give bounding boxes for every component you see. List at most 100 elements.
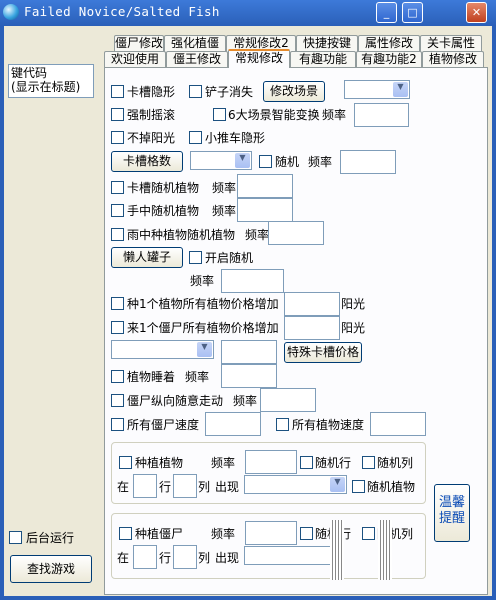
plant-col-input[interactable]: [173, 474, 197, 498]
slot-count-button[interactable]: 卡槽格数: [111, 151, 183, 172]
special-price-button[interactable]: 特殊卡槽价格: [284, 342, 362, 363]
plant-spawn-checkbox[interactable]: [119, 456, 132, 469]
lazy-jar-freq-input[interactable]: [221, 269, 284, 293]
plant-price-up-checkbox[interactable]: [111, 297, 124, 310]
tab-attributes[interactable]: 属性修改: [358, 35, 420, 52]
all-plant-speed-checkbox[interactable]: [276, 418, 289, 431]
chevron-down-icon[interactable]: ▼: [235, 153, 250, 168]
zombie-col-input[interactable]: [173, 545, 197, 569]
force-shake-checkbox[interactable]: [111, 108, 124, 121]
lazy-jar-freq-label: 频率: [190, 274, 215, 288]
plant-rand-row-checkbox[interactable]: [300, 456, 313, 469]
six-scene-checkbox[interactable]: [213, 108, 226, 121]
plant-type-dropdown[interactable]: ▼: [244, 475, 347, 494]
six-scene-freq-input[interactable]: [354, 103, 409, 127]
close-button[interactable]: ✕: [466, 2, 487, 23]
hand-rand-plant-checkbox[interactable]: [111, 204, 124, 217]
all-plant-speed-input[interactable]: [370, 412, 426, 436]
tab-general[interactable]: 常规修改: [228, 49, 290, 68]
plant-price-up-label: 种1个植物所有植物价格增加: [127, 297, 279, 311]
zombie-wander-freq-input[interactable]: [260, 388, 316, 412]
tab-fun[interactable]: 有趣功能: [290, 51, 356, 68]
zombie-type-dropdown[interactable]: [244, 546, 332, 565]
background-run-label: 后台运行: [26, 531, 75, 545]
plant-spawn-freq-input[interactable]: [245, 450, 297, 474]
zombie-row-input[interactable]: [133, 545, 157, 569]
card-slot-hide-checkbox[interactable]: [111, 85, 124, 98]
all-zombie-speed-checkbox[interactable]: [111, 418, 124, 431]
plant-spawn-freq-label: 频率: [211, 456, 236, 470]
slot-rand-plant-label: 卡槽随机植物: [127, 181, 200, 195]
slot-rand-plant-freq-input[interactable]: [237, 174, 293, 198]
zombie-col-label: 列: [198, 551, 211, 565]
tab-enhance[interactable]: 强化植僵: [164, 35, 226, 52]
tab-level-attrs[interactable]: 关卡属性: [420, 35, 482, 52]
plant-rand-col-checkbox[interactable]: [362, 456, 375, 469]
plant-row-input[interactable]: [133, 474, 157, 498]
scene-dropdown[interactable]: ▼: [344, 80, 410, 99]
chevron-down-icon[interactable]: ▼: [197, 342, 212, 357]
zombie-price-up-label: 来1个僵尸所有植物价格增加: [127, 321, 279, 335]
window-frame-bottom: [0, 596, 496, 600]
rain-rand-plant-label: 雨中种植物随机植物: [127, 228, 236, 242]
zombie-spawn-checkbox[interactable]: [119, 527, 132, 540]
card-slot-hide-label: 卡槽隐形: [127, 85, 176, 99]
slot-random-checkbox[interactable]: [259, 155, 272, 168]
zombie-price-up-input[interactable]: [284, 316, 340, 340]
chevron-down-icon[interactable]: ▼: [393, 82, 408, 97]
no-sun-drop-checkbox[interactable]: [111, 131, 124, 144]
hotkey-info-box[interactable]: 键代码 (显示在标题): [8, 64, 94, 98]
tab-plant-modify[interactable]: 植物修改: [422, 51, 484, 68]
plant-at-label: 在: [117, 480, 130, 494]
minimize-button[interactable]: _: [376, 2, 397, 23]
tab-hotkeys[interactable]: 快捷按键: [296, 35, 358, 52]
plant-rand-plant-label: 随机植物: [367, 480, 416, 494]
plant-sleep-freq-label: 频率: [185, 370, 210, 384]
rain-rand-plant-freq-input[interactable]: [268, 221, 324, 245]
chevron-down-icon[interactable]: ▼: [330, 477, 345, 492]
zombie-at-label: 在: [117, 551, 130, 565]
slot-count-dropdown[interactable]: ▼: [190, 151, 252, 170]
tab-welcome[interactable]: 欢迎使用: [104, 51, 166, 68]
plant-sleep-checkbox[interactable]: [111, 370, 124, 383]
zombie-rand-col-checkbox[interactable]: [362, 527, 375, 540]
slot-rand-plant-checkbox[interactable]: [111, 181, 124, 194]
plant-sleep-freq-input[interactable]: [221, 364, 277, 388]
find-game-button[interactable]: 查找游戏: [10, 555, 92, 583]
plant-spawn-label: 种植植物: [135, 456, 184, 470]
plant-price-up-input[interactable]: [284, 292, 340, 316]
force-shake-label: 强制摇滚: [127, 108, 176, 122]
zombie-spawn-label: 种植僵尸: [135, 527, 184, 541]
special-price-input[interactable]: [221, 340, 277, 364]
slot-freq-label: 频率: [308, 155, 333, 169]
maximize-button[interactable]: □: [402, 2, 423, 23]
zombie-wander-checkbox[interactable]: [111, 394, 124, 407]
tab-fun2[interactable]: 有趣功能2: [356, 51, 422, 68]
tab-zombie-modify[interactable]: 僵尸修改: [114, 35, 164, 52]
special-slot-dropdown[interactable]: ▼: [111, 340, 214, 359]
hand-rand-plant-label: 手中随机植物: [127, 204, 200, 218]
slot-freq-input[interactable]: [340, 150, 396, 174]
window-title: Failed Novice/Salted Fish: [24, 4, 220, 19]
modify-scene-button[interactable]: 修改场景: [263, 81, 325, 102]
rain-rand-plant-freq-label: 频率: [245, 228, 270, 242]
zombie-rand-row-checkbox[interactable]: [300, 527, 313, 540]
zombie-wander-freq-label: 频率: [233, 394, 258, 408]
six-scene-label: 6大场景智能变换: [228, 108, 320, 122]
zombie-row-label: 行: [159, 551, 172, 565]
background-run-checkbox[interactable]: [9, 531, 22, 544]
zombie-spawn-freq-input[interactable]: [245, 521, 297, 545]
zombie-price-up-checkbox[interactable]: [111, 321, 124, 334]
all-zombie-speed-input[interactable]: [205, 412, 261, 436]
open-random-checkbox[interactable]: [189, 251, 202, 264]
tab-boss[interactable]: 僵王修改: [166, 51, 228, 68]
shovel-gone-checkbox[interactable]: [189, 85, 202, 98]
warm-reminder-button[interactable]: 温馨 提醒: [434, 484, 470, 542]
plant-rand-plant-checkbox[interactable]: [352, 480, 365, 493]
render-artifact: [330, 520, 344, 580]
lazy-jar-button[interactable]: 懒人罐子: [111, 247, 183, 268]
cart-hide-checkbox[interactable]: [189, 131, 202, 144]
open-random-label: 开启随机: [205, 251, 254, 265]
hand-rand-plant-freq-input[interactable]: [237, 198, 293, 222]
rain-rand-plant-checkbox[interactable]: [111, 228, 124, 241]
